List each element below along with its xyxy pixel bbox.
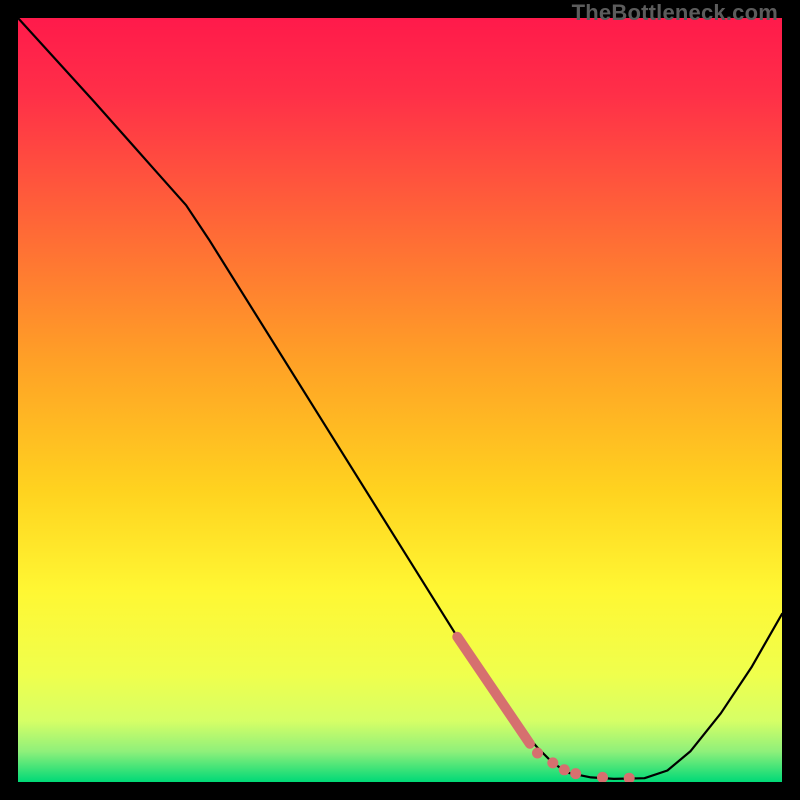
watermark-text: TheBottleneck.com (572, 0, 778, 26)
chart-container: { "watermark": "TheBottleneck.com", "cha… (0, 0, 800, 800)
chart-background (18, 18, 782, 782)
highlight-dot (559, 764, 570, 775)
highlight-dot (547, 757, 558, 768)
highlight-dot (532, 748, 543, 759)
highlight-dot (570, 768, 581, 779)
chart-plot (18, 18, 782, 782)
